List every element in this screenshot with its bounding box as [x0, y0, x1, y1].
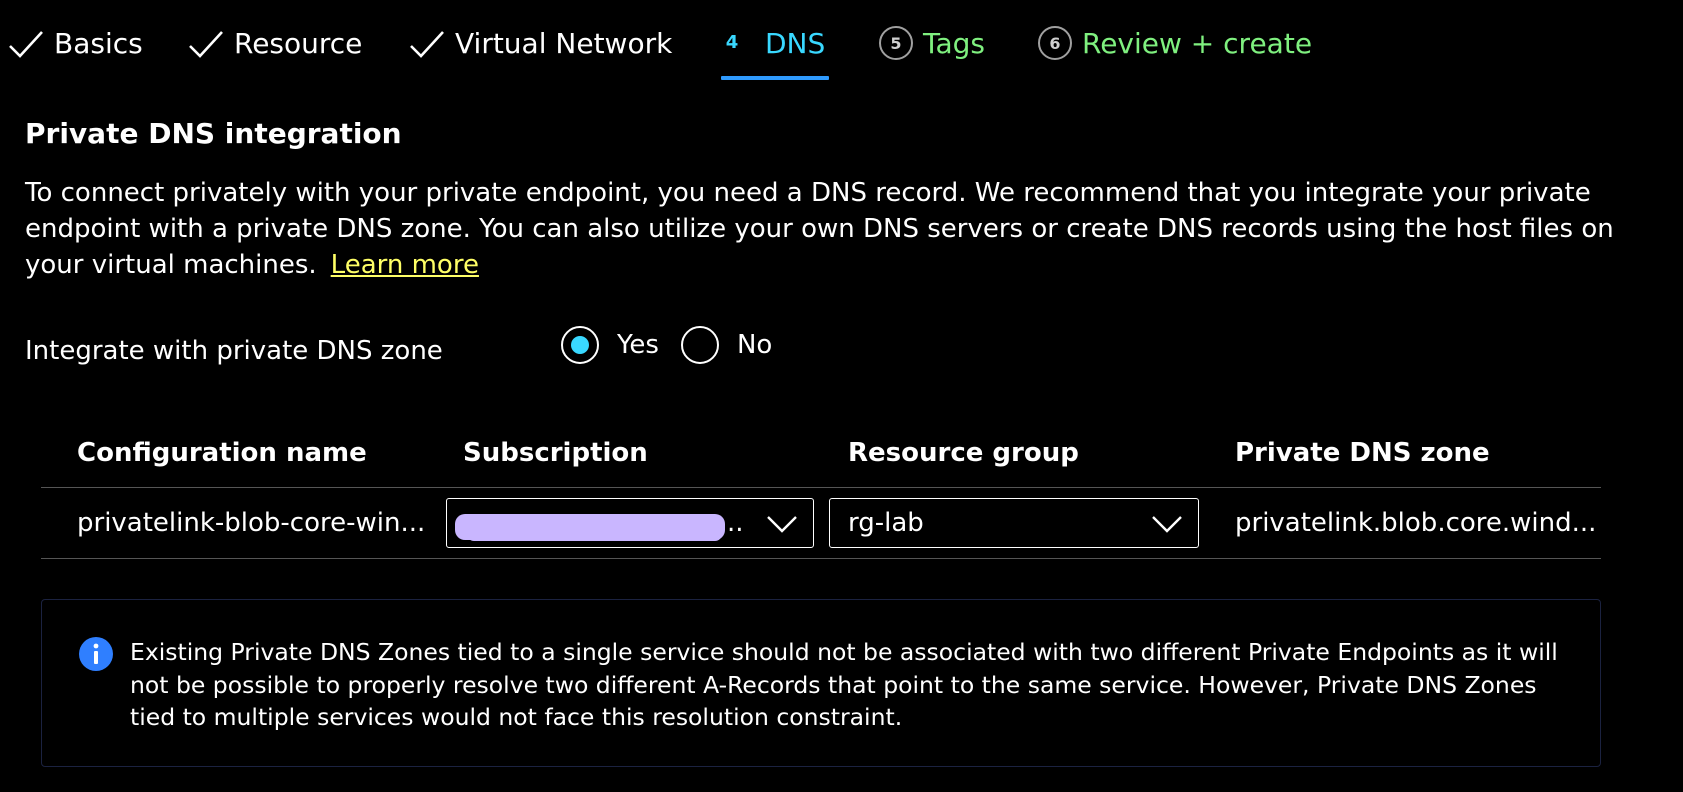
step-number: 4 [725, 32, 739, 53]
radio-selected-dot [571, 336, 589, 354]
header-configuration-name: Configuration name [77, 438, 367, 468]
integrate-label: Integrate with private DNS zone [25, 336, 443, 366]
header-subscription: Subscription [463, 438, 648, 468]
tab-label: Basics [54, 27, 143, 60]
redacted-subscription-extra [467, 527, 722, 541]
info-icon [79, 637, 113, 671]
subscription-dropdown[interactable]: .. [446, 498, 814, 548]
radio-yes-circle[interactable] [561, 326, 599, 364]
subscription-value: .. [727, 508, 744, 538]
radio-yes[interactable]: Yes [561, 326, 659, 364]
description-text: To connect privately with your private e… [25, 178, 1614, 280]
header-private-dns-zone: Private DNS zone [1235, 438, 1490, 468]
checkmark-icon [410, 31, 444, 58]
tab-dns[interactable]: 4 DNS [721, 24, 829, 80]
integrate-radio-group: Yes No [561, 325, 794, 365]
step-number-circle: 6 [1038, 26, 1072, 60]
configuration-name-cell: privatelink-blob-core-win... [77, 508, 426, 538]
radio-no-circle[interactable] [680, 326, 719, 364]
resource-group-dropdown[interactable]: rg-lab [829, 498, 1199, 548]
tab-label: Tags [923, 27, 985, 60]
chevron-down-icon [1152, 516, 1182, 533]
tab-tags[interactable]: 5 Tags [879, 24, 985, 80]
info-banner: Existing Private DNS Zones tied to a sin… [41, 599, 1601, 767]
resource-group-value: rg-lab [848, 508, 924, 538]
tab-resource[interactable]: Resource [186, 24, 362, 80]
tab-label: Resource [234, 27, 363, 60]
tab-review-create[interactable]: 6 Review + create [1038, 24, 1312, 80]
section-description: To connect privately with your private e… [25, 175, 1645, 283]
table-row: privatelink-blob-core-win... .. rg-lab p… [41, 488, 1601, 559]
wizard-tabs: Basics Resource Virtual Network 4 DNS 5 … [0, 0, 1683, 90]
radio-no-label: No [736, 330, 773, 360]
private-dns-zone-cell: privatelink.blob.core.wind... [1235, 508, 1597, 538]
header-resource-group: Resource group [848, 438, 1079, 468]
tab-label: DNS [765, 27, 826, 60]
section-title: Private DNS integration [25, 117, 402, 150]
table-header: Configuration name Subscription Resource… [41, 425, 1601, 488]
dns-config-table: Configuration name Subscription Resource… [41, 425, 1601, 559]
tab-label: Virtual Network [455, 27, 673, 60]
radio-no[interactable]: No [680, 326, 773, 364]
radio-yes-label: Yes [617, 330, 659, 360]
chevron-down-icon [767, 516, 797, 533]
checkmark-icon [9, 31, 43, 58]
tab-label: Review + create [1082, 27, 1313, 60]
learn-more-link[interactable]: Learn more [331, 250, 479, 280]
info-text: Existing Private DNS Zones tied to a sin… [130, 638, 1558, 731]
tab-virtual-network[interactable]: Virtual Network [407, 24, 672, 80]
active-tab-underline [721, 76, 829, 80]
step-number-circle: 5 [879, 26, 913, 60]
tab-basics[interactable]: Basics [6, 24, 143, 80]
checkmark-icon [189, 31, 223, 58]
